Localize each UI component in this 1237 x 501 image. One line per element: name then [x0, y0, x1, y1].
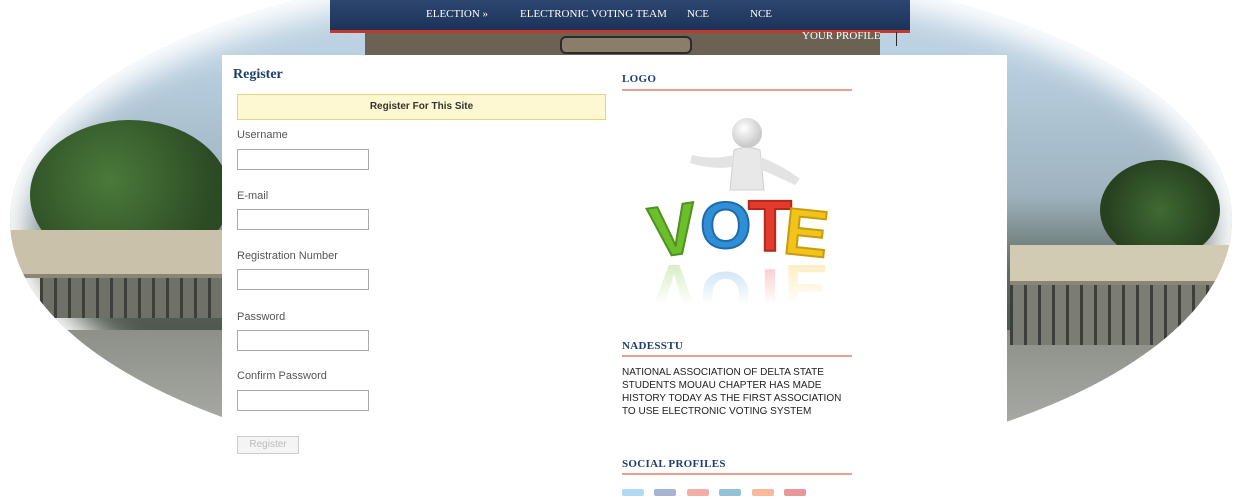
- registration-number-input[interactable]: [237, 269, 369, 290]
- register-notice: Register For This Site: [237, 94, 606, 120]
- background-gate-right: [1010, 285, 1232, 345]
- confirm-password-label: Confirm Password: [237, 370, 327, 382]
- background-wall-right: [1010, 245, 1232, 285]
- linkedin-icon[interactable]: [719, 489, 742, 496]
- register-title: Register: [233, 67, 283, 82]
- nav-item-election[interactable]: ELECTION »: [426, 8, 488, 20]
- nav-item-nce-1[interactable]: NCE: [687, 8, 709, 20]
- main-nav: ELECTION » ELECTRONIC VOTING TEAM NCE NC…: [330, 0, 910, 33]
- google-plus-icon[interactable]: [686, 489, 709, 496]
- vote-letter-o: O: [700, 188, 751, 262]
- nadesstu-description: NATIONAL ASSOCIATION OF DELTA STATE STUD…: [622, 367, 842, 417]
- social-profiles-rule: [622, 473, 852, 475]
- social-profile-icons: [622, 483, 812, 501]
- content-panel: Register Register For This Site Username…: [222, 55, 1007, 496]
- nav-divider: [896, 32, 897, 46]
- username-label: Username: [237, 129, 288, 141]
- logo-heading-rule: [622, 89, 852, 91]
- twitter-icon[interactable]: [622, 489, 644, 496]
- registration-number-label: Registration Number: [237, 250, 338, 262]
- confirm-password-input[interactable]: [237, 390, 369, 411]
- email-input[interactable]: [237, 209, 369, 230]
- password-label: Password: [237, 311, 286, 323]
- email-label: E-mail: [237, 190, 269, 202]
- register-button[interactable]: Register: [237, 436, 299, 454]
- logo-heading: LOGO: [622, 73, 657, 85]
- social-profiles-heading: SOCIAL PROFILES: [622, 458, 726, 470]
- password-input[interactable]: [237, 330, 369, 351]
- nav-item-electronic-voting-team[interactable]: ELECTRONIC VOTING TEAM: [520, 8, 667, 20]
- nav-item-nce-2[interactable]: NCE: [750, 8, 772, 20]
- header-logo: [560, 36, 692, 54]
- background-wall-left: [10, 230, 240, 278]
- youtube-icon[interactable]: [784, 489, 807, 496]
- nadesstu-heading-rule: [622, 355, 852, 357]
- rss-icon[interactable]: [751, 489, 774, 496]
- vote-logo-image: V O T E V O T E: [632, 118, 832, 305]
- background-gate-left: [40, 278, 240, 318]
- nav-item-your-profile[interactable]: YOUR PROFILE: [802, 30, 881, 42]
- username-input[interactable]: [237, 149, 369, 170]
- nadesstu-heading: NADESSTU: [622, 340, 684, 352]
- facebook-icon[interactable]: [654, 489, 677, 496]
